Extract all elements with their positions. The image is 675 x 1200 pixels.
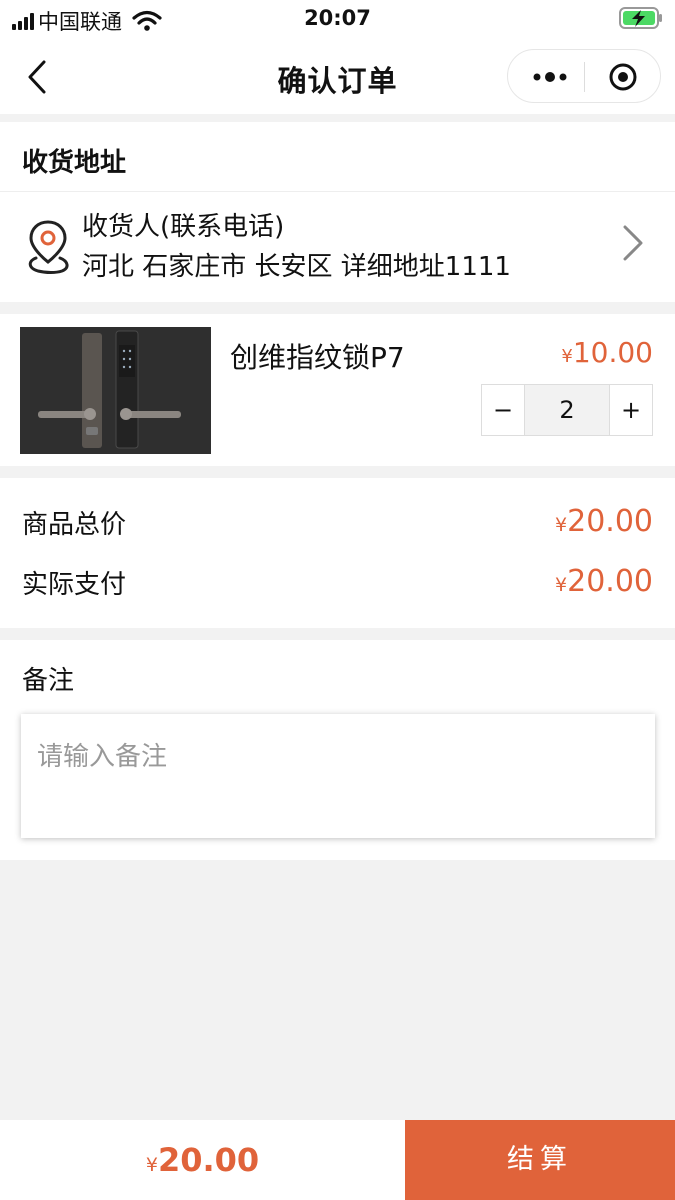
bottom-checkout-bar: ¥20.00 结算 (0, 1120, 675, 1200)
decrease-quantity-button[interactable]: − (482, 385, 524, 435)
quantity-value[interactable]: 2 (524, 385, 610, 435)
product-price: ¥10.00 (561, 336, 653, 369)
product-card: 创维指纹锁P7 ¥10.00 − 2 + (0, 314, 675, 466)
totals-card: 商品总价 ¥20.00 实际支付 ¥20.00 (0, 478, 675, 628)
remark-input[interactable] (21, 714, 655, 838)
product-price-currency: ¥ (561, 346, 573, 367)
quantity-stepper: − 2 + (481, 384, 653, 436)
checkout-button[interactable]: 结算 (405, 1120, 675, 1200)
battery-charging-icon (619, 7, 662, 29)
actual-paid-currency: ¥ (555, 574, 568, 596)
goods-total-value: ¥20.00 (555, 504, 653, 539)
goods-total-label: 商品总价 (22, 510, 127, 540)
confirm-order-page: 中国联通 20:07 确认订单 收货地址 收货人(联系电话) 河北 石家庄市 长… (0, 0, 675, 1200)
product-name: 创维指纹锁P7 (230, 341, 405, 374)
location-pin-icon (28, 220, 69, 274)
bottom-total-amount: 20.00 (157, 1141, 260, 1179)
actual-paid-row: 实际支付 ¥20.00 (0, 564, 675, 604)
capsule-divider (584, 62, 585, 92)
actual-paid-amount: 20.00 (567, 564, 653, 599)
bottom-total: ¥20.00 (0, 1120, 405, 1200)
mini-program-capsule (507, 49, 661, 103)
goods-total-amount: 20.00 (567, 504, 653, 539)
actual-paid-label: 实际支付 (22, 570, 127, 600)
close-target-icon[interactable] (608, 62, 638, 92)
address-detail: 河北 石家庄市 长安区 详细地址1111 (82, 252, 511, 282)
remark-card: 备注 (0, 640, 675, 860)
actual-paid-value: ¥20.00 (555, 564, 653, 599)
door-lock-illustration (20, 327, 211, 454)
status-bar: 中国联通 20:07 (0, 0, 675, 40)
chevron-right-icon (623, 225, 643, 261)
remark-label: 备注 (22, 666, 75, 696)
bottom-total-currency: ¥ (145, 1154, 158, 1176)
recipient-info: 收货人(联系电话) (82, 212, 285, 242)
address-card[interactable]: 收货地址 收货人(联系电话) 河北 石家庄市 长安区 详细地址1111 (0, 122, 675, 302)
product-image (20, 327, 211, 454)
product-price-value: 10.00 (572, 336, 653, 369)
address-divider (0, 191, 675, 192)
nav-bar: 确认订单 (0, 40, 675, 114)
address-section-title: 收货地址 (22, 148, 127, 178)
more-icon[interactable] (530, 65, 570, 89)
status-time: 20:07 (304, 6, 371, 30)
goods-total-row: 商品总价 ¥20.00 (0, 504, 675, 544)
increase-quantity-button[interactable]: + (610, 385, 652, 435)
goods-total-currency: ¥ (555, 514, 568, 536)
